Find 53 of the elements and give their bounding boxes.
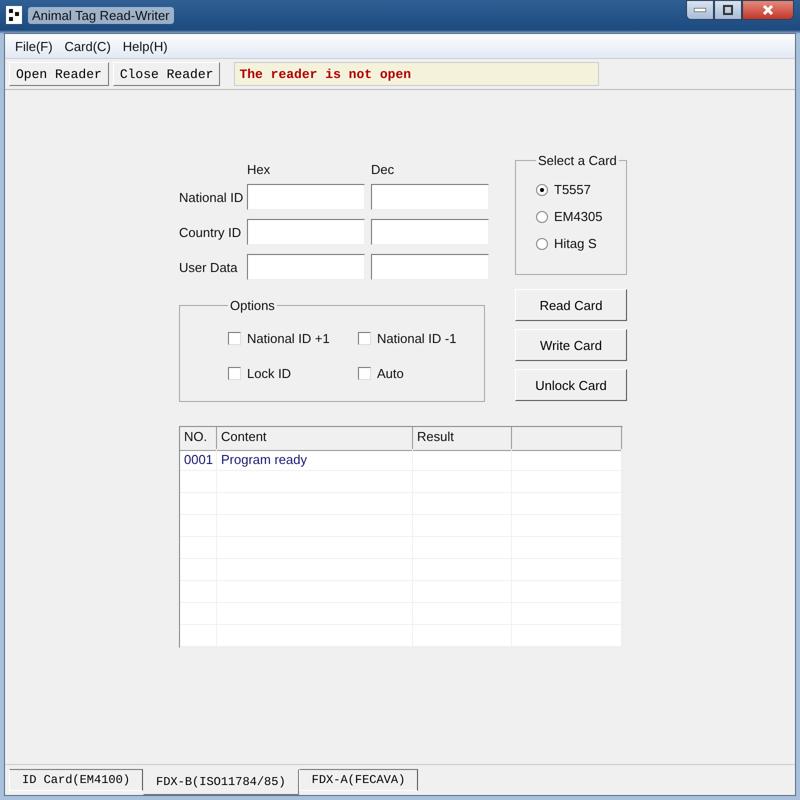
checkbox[interactable]: [228, 367, 241, 380]
status-message: The reader is not open: [234, 62, 600, 86]
field-label: Country ID: [179, 224, 241, 240]
column-heading: Hex: [247, 162, 272, 177]
radio-label: Hitag S: [554, 236, 597, 251]
radio-label: T5557: [554, 182, 591, 197]
table-cell: Program ready: [221, 452, 307, 467]
group-title: Options: [229, 298, 276, 313]
tab[interactable]: ID Card(EM4100): [9, 769, 144, 791]
dec-input-field[interactable]: [371, 219, 489, 245]
menu-item[interactable]: File(F): [9, 36, 59, 56]
action-button[interactable]: Unlock Card: [515, 369, 627, 401]
close-icon: [762, 4, 774, 16]
hex-input-field[interactable]: [247, 219, 365, 245]
maximize-icon: [723, 5, 733, 15]
dec-input-field[interactable]: [371, 254, 489, 280]
column-header[interactable]: [512, 427, 622, 451]
toolbar-button[interactable]: Close Reader: [112, 62, 220, 86]
close-button[interactable]: [742, 0, 794, 20]
checkbox[interactable]: [358, 332, 371, 345]
checkbox-label: National ID -1: [377, 331, 456, 346]
minimize-icon: [694, 8, 706, 12]
checkbox[interactable]: [228, 332, 241, 345]
checkbox-label: National ID +1: [247, 331, 330, 346]
tab[interactable]: FDX-B(ISO11784/85): [143, 769, 299, 795]
menu-item[interactable]: Card(C): [58, 36, 117, 56]
group-title: Select a Card: [537, 153, 618, 168]
column-header[interactable]: Content: [217, 427, 413, 451]
field-label: National ID: [179, 190, 241, 204]
radio-button[interactable]: [536, 184, 548, 196]
column-header[interactable]: Result: [413, 427, 512, 451]
checkbox-label: Lock ID: [247, 366, 292, 381]
maximize-button[interactable]: [714, 0, 742, 20]
action-button[interactable]: Write Card: [515, 329, 627, 361]
action-button[interactable]: Read Card: [515, 289, 627, 321]
hex-input-field[interactable]: [247, 254, 365, 280]
tab[interactable]: FDX-A(FECAVA): [298, 769, 418, 791]
window-title: Animal Tag Read-Writer: [28, 6, 174, 24]
field-label: User Data: [179, 260, 239, 274]
dec-input-field[interactable]: [371, 184, 489, 210]
table-cell: 0001: [184, 452, 213, 467]
column-heading: Dec: [371, 162, 396, 177]
radio-button[interactable]: [536, 210, 548, 222]
checkbox[interactable]: [358, 367, 371, 380]
column-header[interactable]: NO.: [180, 427, 217, 451]
app-icon: [6, 6, 22, 24]
checkbox-label: Auto: [377, 366, 404, 381]
radio-label: EM4305: [554, 209, 602, 224]
hex-input-field[interactable]: [247, 184, 365, 210]
menu-item[interactable]: Help(H): [116, 36, 174, 56]
minimize-button[interactable]: [686, 0, 714, 20]
radio-button[interactable]: [536, 238, 548, 250]
toolbar-button[interactable]: Open Reader: [9, 62, 109, 86]
